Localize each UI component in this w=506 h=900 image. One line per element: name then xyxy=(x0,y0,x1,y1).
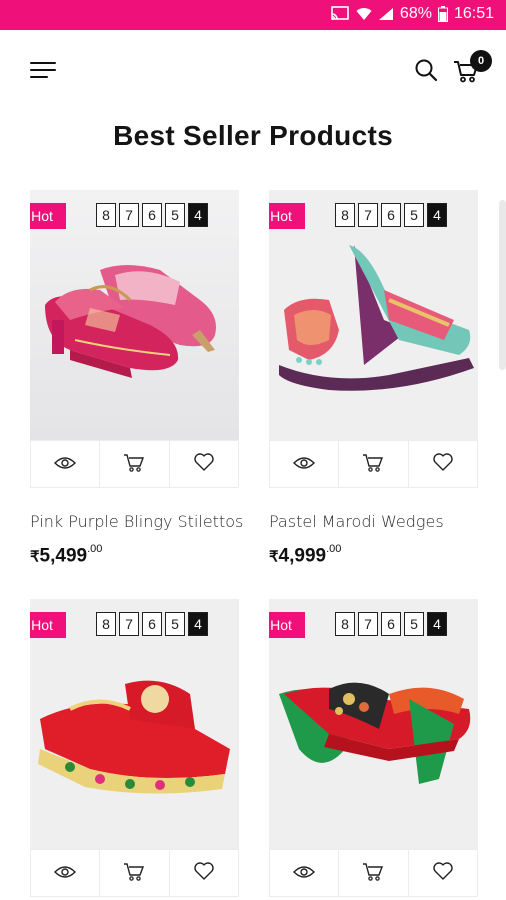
size-option[interactable]: 6 xyxy=(381,203,401,227)
product-actions xyxy=(30,440,239,488)
product-image[interactable]: Hot 8 7 6 5 4 xyxy=(30,599,239,849)
product-name[interactable]: Pink Purple Blingy Stilettos xyxy=(30,512,270,531)
wishlist-button[interactable] xyxy=(409,850,477,896)
hot-badge: Hot xyxy=(269,203,305,229)
cart-icon xyxy=(123,860,145,886)
price-decimal: .00 xyxy=(87,543,103,555)
size-option[interactable]: 8 xyxy=(335,612,355,636)
size-option-selected[interactable]: 4 xyxy=(188,612,208,636)
quick-view-button[interactable] xyxy=(31,441,101,487)
size-selector: 8 7 6 5 4 xyxy=(96,203,208,227)
product-actions xyxy=(269,440,478,488)
size-option[interactable]: 8 xyxy=(96,203,116,227)
size-option[interactable]: 7 xyxy=(119,612,139,636)
heart-icon xyxy=(432,861,454,885)
battery-percentage: 68% xyxy=(399,5,432,22)
size-option[interactable]: 5 xyxy=(165,203,185,227)
price-amount: 5,499 xyxy=(39,545,88,567)
size-selector: 8 7 6 5 4 xyxy=(96,612,208,636)
quick-view-button[interactable] xyxy=(31,850,101,896)
size-option[interactable]: 8 xyxy=(335,203,355,227)
add-to-cart-button[interactable] xyxy=(100,850,170,896)
hamburger-icon[interactable] xyxy=(30,60,56,80)
signal-icon xyxy=(378,7,394,21)
product-actions xyxy=(30,849,239,897)
eye-icon xyxy=(293,864,316,883)
size-option-selected[interactable]: 4 xyxy=(427,612,447,636)
heart-icon xyxy=(193,861,215,885)
battery-icon xyxy=(437,6,448,22)
wishlist-button[interactable] xyxy=(170,441,238,487)
size-option[interactable]: 5 xyxy=(165,612,185,636)
section-title: Best Seller Products xyxy=(113,120,393,151)
hot-badge: Hot xyxy=(269,612,305,638)
size-option[interactable]: 6 xyxy=(142,203,162,227)
add-to-cart-button[interactable] xyxy=(339,850,409,896)
cast-icon xyxy=(330,6,350,22)
cart-icon xyxy=(362,451,384,477)
size-selector: 8 7 6 5 4 xyxy=(335,612,447,636)
cart-count-badge[interactable]: 0 xyxy=(470,50,492,72)
eye-icon xyxy=(54,864,77,883)
hot-badge: Hot xyxy=(30,203,66,229)
heart-icon xyxy=(193,452,215,476)
size-option[interactable]: 7 xyxy=(119,203,139,227)
size-option-selected[interactable]: 4 xyxy=(188,203,208,227)
eye-icon xyxy=(54,455,77,474)
size-option[interactable]: 7 xyxy=(358,612,378,636)
eye-icon xyxy=(293,455,316,474)
app-header: 0 xyxy=(0,30,506,110)
product-actions xyxy=(269,849,478,897)
hot-badge: Hot xyxy=(30,612,66,638)
wishlist-button[interactable] xyxy=(409,441,477,487)
search-icon[interactable] xyxy=(414,58,438,82)
price-amount: 4,999 xyxy=(278,545,327,567)
add-to-cart-button[interactable] xyxy=(100,441,170,487)
price-decimal: .00 xyxy=(326,543,342,555)
product-name[interactable]: Pastel Marodi Wedges xyxy=(269,512,506,531)
size-selector: 8 7 6 5 4 xyxy=(335,203,447,227)
product-image[interactable]: Hot 8 7 6 5 4 xyxy=(269,190,478,440)
size-option[interactable]: 8 xyxy=(96,612,116,636)
clock: 16:51 xyxy=(453,5,494,22)
size-option[interactable]: 5 xyxy=(404,612,424,636)
currency-symbol: ₹ xyxy=(30,548,40,566)
size-option[interactable]: 7 xyxy=(358,203,378,227)
cart-icon xyxy=(123,451,145,477)
status-bar: 68% 16:51 xyxy=(0,0,506,30)
heart-icon xyxy=(432,452,454,476)
product-image[interactable]: Hot 8 7 6 5 4 xyxy=(269,599,478,849)
size-option[interactable]: 6 xyxy=(142,612,162,636)
scroll-indicator[interactable] xyxy=(499,200,506,370)
quick-view-button[interactable] xyxy=(270,850,340,896)
size-option[interactable]: 6 xyxy=(381,612,401,636)
currency-symbol: ₹ xyxy=(269,548,279,566)
add-to-cart-button[interactable] xyxy=(339,441,409,487)
product-price: ₹4,999.00 xyxy=(269,543,342,567)
quick-view-button[interactable] xyxy=(270,441,340,487)
size-option[interactable]: 5 xyxy=(404,203,424,227)
cart-icon xyxy=(362,860,384,886)
size-option-selected[interactable]: 4 xyxy=(427,203,447,227)
product-image[interactable]: Hot 8 7 6 5 4 xyxy=(30,190,239,440)
product-price: ₹5,499.00 xyxy=(30,543,103,567)
wishlist-button[interactable] xyxy=(170,850,238,896)
wifi-icon xyxy=(356,7,372,21)
